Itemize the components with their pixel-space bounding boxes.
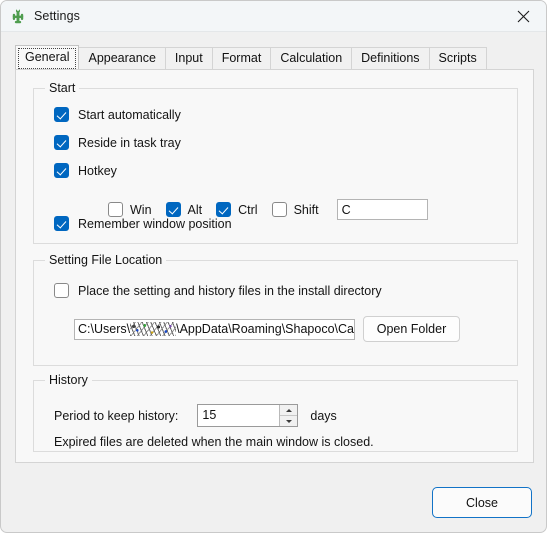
- setting-path-input[interactable]: C:\Users\ \AppData\Roaming\Shapoco\Calc: [74, 318, 355, 340]
- history-period-label: Period to keep history:: [54, 408, 179, 423]
- checkbox-hotkey-ctrl[interactable]: Ctrl: [216, 202, 258, 217]
- group-start: Start Start automatically Reside in task…: [33, 81, 518, 244]
- checkbox-hotkey-box: [54, 163, 69, 178]
- checkbox-start-automatically-box: [54, 107, 69, 122]
- username-redacted-icon: [130, 321, 177, 336]
- checkbox-hotkey-alt-label: Alt: [187, 202, 203, 217]
- checkbox-hotkey-shift-label: Shift: [293, 202, 319, 217]
- checkbox-start-automatically[interactable]: Start automatically: [54, 107, 181, 122]
- history-period-stepper[interactable]: 15: [197, 404, 299, 427]
- checkbox-hotkey-label: Hotkey: [78, 163, 117, 178]
- checkbox-hotkey-ctrl-label: Ctrl: [238, 202, 258, 217]
- tab-calculation-label: Calculation: [280, 51, 343, 65]
- checkbox-install-directory-box: [54, 283, 69, 298]
- checkbox-remember-window-position-label: Remember window position: [78, 216, 232, 231]
- tab-definitions-label: Definitions: [361, 51, 420, 65]
- checkbox-install-directory[interactable]: Place the setting and history files in t…: [54, 283, 382, 298]
- tab-appearance-label: Appearance: [88, 51, 156, 65]
- chevron-up-icon: [285, 408, 292, 412]
- checkbox-hotkey-shift-box: [271, 202, 287, 217]
- setting-path-row: C:\Users\ \AppData\Roaming\Shapoco\Calc O…: [74, 316, 460, 342]
- close-button[interactable]: Close: [432, 487, 532, 518]
- checkbox-remember-window-position[interactable]: Remember window position: [54, 216, 232, 231]
- tab-scripts-label: Scripts: [438, 51, 477, 65]
- cactus-icon: [12, 9, 24, 24]
- checkbox-reside-in-task-tray[interactable]: Reside in task tray: [54, 135, 181, 150]
- tab-format-label: Format: [221, 51, 262, 65]
- stepper-increment-button[interactable]: [280, 405, 298, 416]
- tab-general-label: General: [25, 50, 70, 64]
- close-icon: [517, 10, 529, 23]
- group-start-title: Start: [45, 81, 80, 95]
- setting-path-prefix: C:\Users\: [78, 321, 131, 336]
- checkbox-remember-window-position-box: [54, 216, 69, 231]
- tab-calculation[interactable]: Calculation: [270, 47, 353, 69]
- checkbox-install-directory-label: Place the setting and history files in t…: [78, 283, 382, 298]
- tab-format[interactable]: Format: [211, 47, 272, 69]
- checkbox-reside-in-task-tray-box: [54, 135, 69, 150]
- checkbox-hotkey-win-label: Win: [130, 202, 152, 217]
- tab-general[interactable]: General: [15, 45, 80, 69]
- tab-panel-general: Start Start automatically Reside in task…: [15, 69, 534, 463]
- close-window-button[interactable]: [500, 1, 546, 32]
- group-history-title: History: [45, 373, 92, 387]
- history-period-value: 15: [202, 408, 217, 422]
- tab-input[interactable]: Input: [164, 47, 213, 69]
- group-location-title: Setting File Location: [45, 253, 167, 267]
- hotkey-key-input[interactable]: [336, 199, 428, 220]
- open-folder-button[interactable]: Open Folder: [363, 316, 460, 342]
- history-period-unit: days: [310, 408, 337, 423]
- settings-dialog: Settings General Appearance Input Format…: [0, 0, 547, 533]
- window-title: Settings: [34, 9, 80, 23]
- tab-scripts[interactable]: Scripts: [428, 47, 487, 69]
- checkbox-hotkey-win-box: [108, 202, 123, 217]
- tab-input-label: Input: [174, 51, 203, 65]
- setting-path-suffix: \AppData\Roaming\Shapoco\Calc: [176, 321, 355, 336]
- chevron-down-icon: [285, 419, 292, 423]
- checkbox-reside-in-task-tray-label: Reside in task tray: [78, 135, 181, 150]
- checkbox-hotkey-alt[interactable]: Alt: [165, 202, 203, 217]
- group-setting-file-location: Setting File Location Place the setting …: [33, 253, 518, 366]
- stepper-buttons: [279, 405, 298, 426]
- group-history: History Period to keep history: 15 days: [33, 373, 518, 452]
- tab-strip: General Appearance Input Format Calculat…: [15, 45, 487, 69]
- tab-appearance[interactable]: Appearance: [78, 47, 166, 69]
- tab-definitions[interactable]: Definitions: [351, 47, 430, 69]
- titlebar: Settings: [1, 1, 546, 32]
- checkbox-hotkey-win[interactable]: Win: [108, 202, 152, 217]
- checkbox-hotkey-alt-box: [165, 202, 181, 217]
- history-period-row: Period to keep history: 15 days: [54, 404, 337, 427]
- checkbox-hotkey[interactable]: Hotkey: [54, 163, 117, 178]
- checkbox-start-automatically-label: Start automatically: [78, 107, 181, 122]
- stepper-decrement-button[interactable]: [280, 416, 297, 426]
- checkbox-hotkey-shift[interactable]: Shift: [271, 202, 319, 217]
- history-note: Expired files are deleted when the main …: [54, 435, 374, 449]
- checkbox-hotkey-ctrl-box: [216, 202, 232, 217]
